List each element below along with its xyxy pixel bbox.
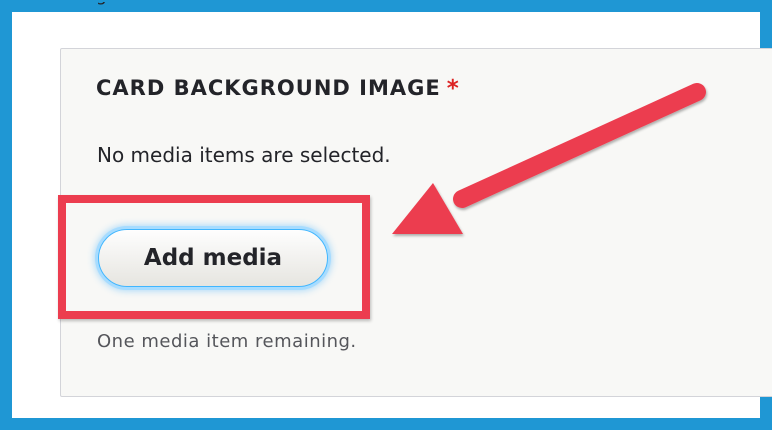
clipped-previous-text-glyph: g xyxy=(96,2,136,6)
required-marker: * xyxy=(446,76,460,102)
remaining-items-message: One media item remaining. xyxy=(97,331,357,352)
empty-selection-message: No media items are selected. xyxy=(97,143,391,167)
field-legend: CARD BACKGROUND IMAGE * xyxy=(96,76,460,102)
annotation-highlight-box xyxy=(58,195,370,319)
clipped-previous-text: g xyxy=(96,2,136,8)
field-legend-label: CARD BACKGROUND IMAGE xyxy=(96,76,441,100)
